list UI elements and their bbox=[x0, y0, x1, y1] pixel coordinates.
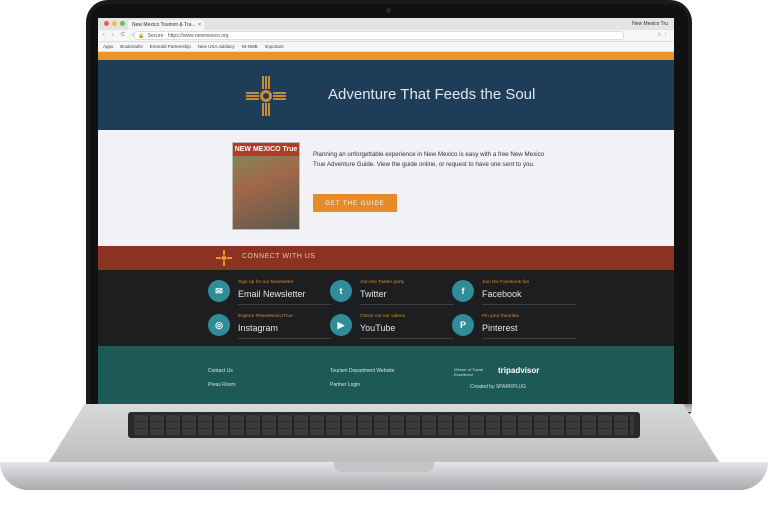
email-icon: ✉ bbox=[208, 280, 230, 302]
window-controls bbox=[104, 21, 125, 26]
bookmark-item[interactable]: NI-NMB bbox=[242, 42, 258, 51]
social-link-youtube[interactable]: ▶ Check out our videos YouTube bbox=[330, 310, 454, 340]
social-link-facebook[interactable]: f Join the Facebook fun Facebook bbox=[452, 276, 576, 306]
key-row bbox=[134, 422, 634, 428]
footer-link-press[interactable]: Press Room bbox=[208, 382, 236, 388]
pinterest-icon: P bbox=[452, 314, 474, 336]
laptop-keyboard bbox=[128, 412, 640, 438]
hero-banner: Adventure That Feeds the Soul bbox=[98, 60, 674, 130]
minimize-window-icon[interactable] bbox=[112, 21, 117, 26]
social-title: Instagram bbox=[238, 323, 279, 333]
profile-chip[interactable]: New Mexico Tru bbox=[632, 20, 668, 28]
divider bbox=[238, 338, 332, 339]
bookmark-item[interactable]: Apps bbox=[103, 42, 113, 51]
tab-close-icon[interactable]: × bbox=[198, 20, 201, 30]
adventure-guide-cover-image[interactable]: NEW MEXICO True bbox=[232, 142, 300, 230]
key-row bbox=[134, 429, 634, 435]
social-subtitle: Check out our videos bbox=[360, 314, 406, 319]
connect-title: CONNECT WITH US bbox=[242, 253, 316, 260]
promo-description: Planning an unforgettable experience in … bbox=[313, 151, 545, 168]
divider bbox=[482, 304, 576, 305]
hero-title: Adventure That Feeds the Soul bbox=[328, 86, 536, 103]
tab-bar: New Mexico Tourism & Tra... × New Mexico… bbox=[98, 18, 674, 30]
camera-icon bbox=[386, 8, 391, 13]
social-title: Email Newsletter bbox=[238, 289, 306, 299]
laptop-opening-notch bbox=[334, 462, 434, 472]
social-subtitle: Explore #NewMexicoTrue bbox=[238, 314, 293, 319]
lock-icon: 🔒 bbox=[138, 33, 145, 39]
address-bar-row: ‹ › C ⌂ 🔒 Secure https://www.newmexico.o… bbox=[98, 30, 674, 42]
youtube-icon: ▶ bbox=[330, 314, 352, 336]
bookmark-item[interactable]: Important bbox=[265, 42, 284, 51]
facebook-icon: f bbox=[452, 280, 474, 302]
browser-tab[interactable]: New Mexico Tourism & Tra... × bbox=[128, 20, 204, 30]
divider bbox=[482, 338, 576, 339]
bookmark-item[interactable]: New USA Jubilacy bbox=[198, 42, 235, 51]
zia-sun-icon bbox=[246, 76, 286, 116]
instagram-icon: ◎ bbox=[208, 314, 230, 336]
divider bbox=[238, 304, 332, 305]
guide-promo-section: NEW MEXICO True Planning an unforgettabl… bbox=[98, 130, 674, 246]
social-link-pinterest[interactable]: P Pin your favorites Pinterest bbox=[452, 310, 576, 340]
zia-sun-icon bbox=[216, 250, 232, 266]
footer-link-partner-login[interactable]: Partner Login bbox=[330, 382, 360, 388]
bookmark-item[interactable]: Bookmarks bbox=[120, 42, 143, 51]
social-link-twitter[interactable]: t Join the Twitter party Twitter bbox=[330, 276, 454, 306]
url-secure-label: Secure bbox=[147, 33, 164, 39]
award-caption: Winner of Travel Excellence bbox=[454, 367, 484, 377]
maximize-window-icon[interactable] bbox=[120, 21, 125, 26]
bookmark-item[interactable]: Emerald Partnership bbox=[150, 42, 191, 51]
social-subtitle: Join the Facebook fun bbox=[482, 280, 530, 285]
tripadvisor-logo[interactable]: tripadvisor bbox=[498, 366, 539, 375]
get-the-guide-button[interactable]: GET THE GUIDE bbox=[313, 194, 397, 212]
tab-title: New Mexico Tourism & Tra... bbox=[132, 22, 196, 28]
social-title: Facebook bbox=[482, 289, 522, 299]
created-by-credit[interactable]: Created by SPARKPLUG bbox=[470, 384, 526, 390]
footer-link-contact[interactable]: Contact Us bbox=[208, 368, 233, 374]
navigation-icons[interactable]: ‹ › C ⌂ bbox=[103, 32, 138, 38]
key-row bbox=[134, 415, 634, 421]
bookmark-star-icon[interactable]: ☆ ⋮ bbox=[657, 32, 668, 38]
social-link-email[interactable]: ✉ Sign up for our Newsletter Email Newsl… bbox=[208, 276, 332, 306]
bookmarks-bar: Apps Bookmarks Emerald Partnership New U… bbox=[98, 42, 674, 52]
twitter-icon: t bbox=[330, 280, 352, 302]
social-subtitle: Sign up for our Newsletter bbox=[238, 280, 294, 285]
footer-link-tourism-department[interactable]: Tourism Department Website bbox=[330, 368, 394, 374]
close-window-icon[interactable] bbox=[104, 21, 109, 26]
connect-banner: CONNECT WITH US bbox=[98, 246, 674, 270]
social-subtitle: Join the Twitter party bbox=[360, 280, 405, 285]
social-subtitle: Pin your favorites bbox=[482, 314, 520, 319]
social-links: ✉ Sign up for our Newsletter Email Newsl… bbox=[98, 270, 674, 346]
url-text: https://www.newmexico.org bbox=[167, 33, 229, 39]
url-input[interactable]: 🔒 Secure https://www.newmexico.org bbox=[134, 31, 624, 40]
browser-window: New Mexico Tourism & Tra... × New Mexico… bbox=[98, 18, 674, 410]
top-accent-bar bbox=[98, 52, 674, 60]
social-link-instagram[interactable]: ◎ Explore #NewMexicoTrue Instagram bbox=[208, 310, 332, 340]
divider bbox=[360, 304, 454, 305]
divider bbox=[360, 338, 454, 339]
social-title: Pinterest bbox=[482, 323, 518, 333]
cover-title: NEW MEXICO True bbox=[233, 143, 299, 156]
social-title: YouTube bbox=[360, 323, 396, 333]
site-footer: Contact Us Press Room Tourism Department… bbox=[98, 346, 674, 406]
social-title: Twitter bbox=[360, 289, 387, 299]
